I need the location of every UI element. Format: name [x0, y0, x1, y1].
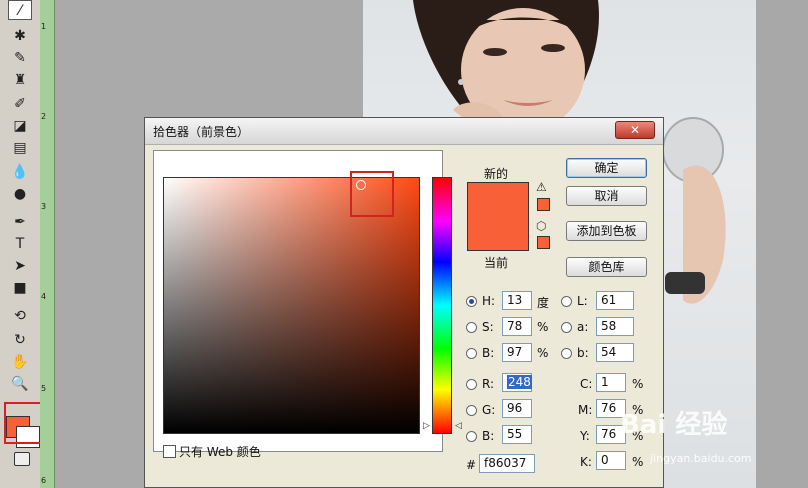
- blue-radio[interactable]: [466, 431, 477, 442]
- 3d-rotate-tool-icon[interactable]: ⟲: [8, 306, 32, 326]
- pen-tool-icon[interactable]: ✒: [8, 212, 32, 232]
- hex-input[interactable]: f86037: [479, 454, 535, 473]
- path-select-tool-icon[interactable]: ➤: [8, 256, 32, 276]
- brightness-radio[interactable]: [466, 348, 477, 359]
- lab-a-input[interactable]: 58: [596, 317, 634, 336]
- eyedropper-tool-icon[interactable]: ⁄: [8, 0, 32, 20]
- dodge-tool-icon[interactable]: ●: [8, 184, 32, 204]
- ruler-mark: 6: [41, 476, 47, 485]
- new-color-swatch: [467, 182, 529, 217]
- lab-b-label: b:: [577, 346, 589, 360]
- hue-label: H:: [482, 294, 496, 308]
- hue-radio[interactable]: [466, 296, 477, 307]
- baidu-watermark-url: jingyan.baidu.com: [650, 452, 752, 465]
- ruler-mark: 1: [41, 22, 47, 31]
- web-safe-swatch[interactable]: [537, 236, 550, 249]
- hue-slider-arrow-left-icon[interactable]: ▷: [423, 421, 430, 431]
- green-label: G:: [482, 403, 496, 417]
- ruler-mark: 3: [41, 202, 47, 211]
- spot-healing-tool-icon[interactable]: ✱: [8, 26, 32, 46]
- gamut-swatch[interactable]: [537, 198, 550, 211]
- cyan-label: C:: [580, 377, 593, 391]
- ruler-mark: 4: [41, 292, 47, 301]
- yellow-label: Y:: [580, 429, 590, 443]
- brightness-unit: %: [537, 346, 549, 360]
- black-label: K:: [580, 455, 592, 469]
- cyan-unit: %: [632, 377, 644, 391]
- clone-stamp-tool-icon[interactable]: ♜: [8, 70, 32, 90]
- 3d-orbit-tool-icon[interactable]: ↻: [8, 330, 32, 350]
- color-libraries-button[interactable]: 颜色库: [566, 257, 647, 277]
- canvas-background-right: [756, 0, 808, 488]
- saturation-unit: %: [537, 320, 549, 334]
- baidu-watermark: Bai 经验: [620, 410, 728, 440]
- cyan-input[interactable]: 1: [596, 373, 626, 392]
- red-input-selected-text: 248: [507, 375, 532, 389]
- rectangle-tool-icon[interactable]: ■: [8, 278, 32, 298]
- lab-b-radio[interactable]: [561, 348, 572, 359]
- saturation-radio[interactable]: [466, 322, 477, 333]
- ruler-mark: 2: [41, 112, 47, 121]
- close-button[interactable]: ✕: [615, 121, 655, 139]
- hue-input[interactable]: 13: [502, 291, 532, 310]
- quick-mask-icon[interactable]: [14, 452, 30, 466]
- blue-label: B:: [482, 429, 495, 443]
- brightness-label: B:: [482, 346, 495, 360]
- lab-b-input[interactable]: 54: [596, 343, 634, 362]
- magenta-label: M:: [578, 403, 593, 417]
- ruler-mark: 5: [41, 384, 47, 393]
- black-input[interactable]: 0: [596, 451, 626, 470]
- green-radio[interactable]: [466, 405, 477, 416]
- saturation-input[interactable]: 78: [502, 317, 532, 336]
- vertical-ruler: 1 2 3 4 5 6: [40, 0, 55, 488]
- red-input[interactable]: 248: [502, 373, 532, 392]
- saturation-label: S:: [482, 320, 494, 334]
- new-color-label: 新的: [484, 167, 509, 181]
- add-to-swatches-button[interactable]: 添加到色板: [566, 221, 647, 241]
- history-brush-tool-icon[interactable]: ✐: [8, 94, 32, 114]
- cursor-highlight-box: [350, 171, 394, 217]
- out-of-gamut-warning-icon[interactable]: ⚠: [536, 180, 547, 194]
- gradient-tool-icon[interactable]: ▤: [8, 138, 32, 158]
- lab-l-label: L:: [577, 294, 588, 308]
- blur-tool-icon[interactable]: 💧: [8, 162, 32, 182]
- eraser-tool-icon[interactable]: ◪: [8, 116, 32, 136]
- cancel-button[interactable]: 取消: [566, 186, 647, 206]
- brush-tool-icon[interactable]: ✎: [8, 48, 32, 68]
- current-color-swatch[interactable]: [467, 216, 529, 251]
- brightness-input[interactable]: 97: [502, 343, 532, 362]
- hue-slider[interactable]: [432, 177, 452, 434]
- hex-label: #: [466, 458, 477, 472]
- web-safe-cube-icon[interactable]: ⬡: [536, 219, 546, 233]
- lab-l-input[interactable]: 61: [596, 291, 634, 310]
- red-label: R:: [482, 377, 495, 391]
- hue-unit: 度: [537, 296, 550, 310]
- hue-slider-arrow-right-icon[interactable]: ◁: [455, 421, 462, 431]
- lab-l-radio[interactable]: [561, 296, 572, 307]
- blue-input[interactable]: 55: [502, 425, 532, 444]
- dialog-titlebar[interactable]: 拾色器（前景色） ✕: [145, 118, 663, 145]
- current-color-label: 当前: [484, 256, 509, 270]
- black-unit: %: [632, 455, 644, 469]
- web-colors-checkbox[interactable]: [163, 445, 176, 458]
- dialog-title: 拾色器（前景色）: [153, 125, 250, 139]
- red-radio[interactable]: [466, 379, 477, 390]
- hand-tool-icon[interactable]: ✋: [8, 352, 32, 372]
- zoom-tool-icon[interactable]: 🔍: [8, 374, 32, 394]
- ok-button[interactable]: 确定: [566, 158, 647, 178]
- web-colors-label: 只有 Web 颜色: [179, 445, 261, 459]
- lab-a-radio[interactable]: [561, 322, 572, 333]
- lab-a-label: a:: [577, 320, 589, 334]
- green-input[interactable]: 96: [502, 399, 532, 418]
- type-tool-icon[interactable]: T: [8, 234, 32, 254]
